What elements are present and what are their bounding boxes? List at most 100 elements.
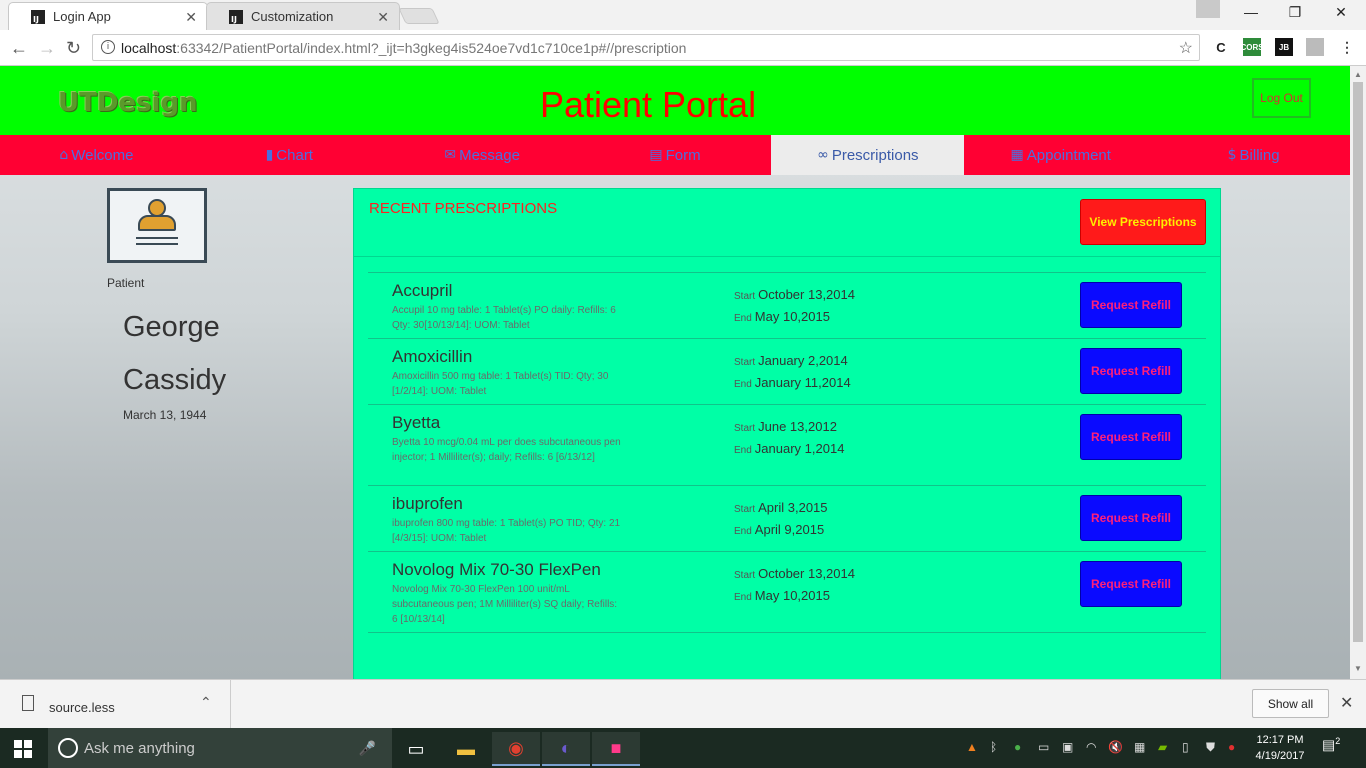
patient-first-name: George: [123, 311, 220, 343]
file-icon: ▤: [649, 147, 663, 163]
page-content: UTDesign Patient Portal Log Out ⌂ Welcome…: [0, 66, 1350, 679]
dollar-icon: $: [1227, 147, 1237, 163]
alert-icon[interactable]: ●: [1228, 740, 1235, 754]
bar-chart-icon: ▮: [265, 147, 274, 163]
tab-message[interactable]: ✉ Message: [386, 135, 579, 175]
window-close-icon[interactable]: ✕: [1326, 4, 1356, 21]
scroll-up-icon[interactable]: ▲: [1354, 70, 1362, 79]
prescription-description: Amoxicillin 500 mg table: 1 Tablet(s) TI…: [392, 371, 609, 397]
prescription-name: Accupril: [392, 281, 453, 300]
notification-center-icon[interactable]: ▤2: [1322, 736, 1340, 754]
scroll-down-icon[interactable]: ▼: [1354, 664, 1362, 673]
download-item[interactable]: source.less ⌃: [0, 680, 231, 728]
tab-label: Message: [459, 146, 520, 164]
tray-monitor-icon[interactable]: ▣: [1062, 740, 1073, 754]
request-refill-button[interactable]: Request Refill: [1080, 348, 1182, 394]
panel-title: RECENT PRESCRIPTIONS: [369, 200, 558, 217]
intellij-icon: IJ: [31, 9, 45, 24]
show-all-button[interactable]: Show all: [1252, 689, 1329, 718]
close-icon[interactable]: ✕: [377, 9, 389, 26]
close-icon[interactable]: ✕: [1340, 693, 1353, 713]
panel-header: RECENT PRESCRIPTIONS View Prescriptions: [354, 189, 1220, 257]
menu-dots-icon[interactable]: ⋮: [1338, 38, 1356, 56]
tab-prescriptions[interactable]: ∞ Prescriptions: [771, 135, 965, 175]
page-scrollbar[interactable]: ▲ ▼: [1350, 66, 1366, 679]
task-view-icon[interactable]: ▭: [392, 732, 440, 766]
tab-appointment[interactable]: ▦ Appointment: [964, 135, 1157, 175]
prescription-dates: Start June 13,2012 End January 1,2014: [734, 417, 844, 461]
cors-extension-icon[interactable]: CORS: [1240, 38, 1264, 56]
shield-icon[interactable]: ⛊: [1206, 740, 1215, 755]
request-refill-button[interactable]: Request Refill: [1080, 495, 1182, 541]
info-icon[interactable]: i: [101, 40, 115, 54]
tab-welcome[interactable]: ⌂ Welcome: [0, 135, 193, 175]
back-arrow-icon[interactable]: ←: [10, 38, 28, 59]
volume-muted-icon[interactable]: 🔇: [1108, 740, 1123, 754]
prescription-description: Novolog Mix 70-30 FlexPen 100 unit/mL su…: [392, 584, 618, 625]
wifi-icon[interactable]: ◠: [1086, 740, 1096, 754]
start-date: January 2,2014: [758, 353, 848, 368]
tab-billing[interactable]: $ Billing: [1157, 135, 1350, 175]
restore-icon[interactable]: ❐: [1280, 4, 1310, 21]
start-date: June 13,2012: [758, 419, 837, 434]
end-date: January 1,2014: [754, 441, 845, 456]
link-icon: ∞: [817, 147, 829, 163]
download-bar: source.less ⌃ Show all ✕: [0, 679, 1366, 728]
request-refill-button[interactable]: Request Refill: [1080, 282, 1182, 328]
intellij-icon[interactable]: ■: [592, 732, 640, 766]
tab-chart[interactable]: ▮ Chart: [193, 135, 386, 175]
taskbar-search-input[interactable]: Ask me anything 🎤: [48, 728, 392, 768]
minimize-icon[interactable]: —: [1236, 4, 1266, 20]
chevron-up-icon[interactable]: ⌃: [200, 694, 212, 711]
usb-icon[interactable]: ▯: [1182, 740, 1189, 754]
keyboard-icon[interactable]: ▦: [1134, 740, 1145, 754]
url-input[interactable]: i localhost:63342/PatientPortal/index.ht…: [92, 34, 1200, 61]
logout-button[interactable]: Log Out: [1252, 78, 1311, 118]
view-prescriptions-button[interactable]: View Prescriptions: [1080, 199, 1206, 245]
battery-icon[interactable]: ▭: [1038, 740, 1049, 754]
avatar-body: [138, 215, 176, 231]
prescription-dates: Start October 13,2014 End May 10,2015: [734, 285, 855, 329]
tray-app-icon[interactable]: ▲: [966, 740, 978, 754]
profile-icon[interactable]: [1196, 0, 1220, 18]
request-refill-button[interactable]: Request Refill: [1080, 561, 1182, 607]
request-refill-button[interactable]: Request Refill: [1080, 414, 1182, 460]
tab-form[interactable]: ▤ Form: [579, 135, 772, 175]
start-label: Start: [734, 423, 756, 434]
reload-icon[interactable]: ↻: [66, 38, 81, 59]
jetbrains-extension-icon[interactable]: JB: [1275, 38, 1293, 56]
browser-tab-bar: IJ Login App ✕ IJ Customization ✕ — ❐ ✕: [0, 0, 1366, 30]
windows-start-icon[interactable]: [14, 740, 32, 758]
clock-time: 12:17 PM: [1256, 734, 1304, 746]
url-host: localhost: [121, 39, 177, 56]
calendar-icon: ▦: [1010, 147, 1024, 163]
home-icon: ⌂: [59, 147, 69, 163]
eclipse-icon[interactable]: ◐: [542, 732, 590, 766]
browser-tab-login-app[interactable]: IJ Login App ✕: [8, 2, 208, 30]
extension-gray-icon[interactable]: [1306, 38, 1324, 56]
browser-tab-customization[interactable]: IJ Customization ✕: [206, 2, 400, 30]
search-placeholder: Ask me anything: [84, 739, 195, 757]
prescription-dates: Start January 2,2014 End January 11,2014: [734, 351, 851, 395]
taskbar-clock[interactable]: 12:17 PM 4/19/2017: [1240, 732, 1320, 764]
new-tab-button[interactable]: [398, 8, 440, 24]
avatar-line: [136, 237, 178, 239]
forward-arrow-icon[interactable]: →: [38, 38, 56, 59]
globe-icon[interactable]: ●: [1014, 740, 1021, 754]
extension-c-icon[interactable]: C: [1212, 38, 1230, 56]
microphone-icon[interactable]: 🎤: [359, 740, 376, 757]
tab-title: Customization: [251, 9, 334, 24]
file-explorer-icon[interactable]: ▬: [442, 732, 490, 766]
bookmark-star-icon[interactable]: ☆: [1179, 38, 1193, 58]
bluetooth-icon[interactable]: ᛒ: [990, 740, 997, 754]
portal-header: UTDesign Patient Portal Log Out: [0, 66, 1350, 135]
start-label: Start: [734, 570, 756, 581]
tab-label: Billing: [1239, 146, 1280, 164]
prescription-description: Byetta 10 mcg/0.04 mL per does subcutane…: [392, 437, 621, 463]
prescription-description: ibuprofen 800 mg table: 1 Tablet(s) PO T…: [392, 518, 621, 544]
nvidia-icon[interactable]: ▰: [1158, 740, 1167, 754]
chrome-icon[interactable]: ◉: [492, 732, 540, 766]
scrollbar-thumb[interactable]: [1353, 82, 1363, 642]
start-label: Start: [734, 357, 756, 368]
close-icon[interactable]: ✕: [185, 9, 197, 26]
